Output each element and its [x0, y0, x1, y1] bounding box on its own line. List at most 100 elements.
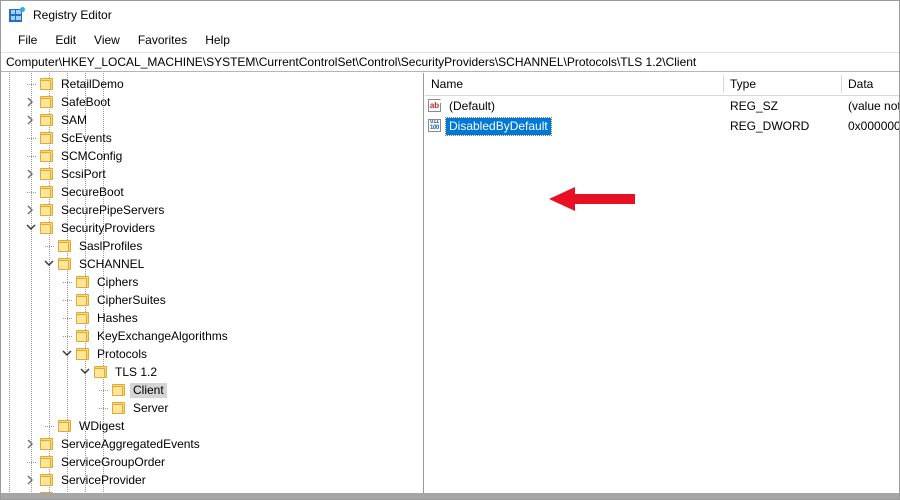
tree-item-protocols[interactable]: Protocols — [1, 345, 399, 363]
tree-item-label: SCHANNEL — [79, 256, 145, 271]
folder-icon — [39, 221, 55, 235]
tree-item-label: ScEvents — [61, 130, 112, 145]
folder-icon — [39, 131, 55, 145]
folder-icon — [57, 239, 73, 253]
tree-item-scmconfig[interactable]: SCMConfig — [1, 147, 399, 165]
chevron-down-icon[interactable] — [59, 345, 75, 363]
tree-leaf-connector — [41, 417, 57, 435]
tree-item-label: SaslProfiles — [79, 238, 143, 253]
tree-item-client[interactable]: Client — [1, 381, 399, 399]
value-data-cell: (value not — [848, 99, 899, 113]
tree-item-label: KeyExchangeAlgorithms — [97, 328, 228, 343]
tree-leaf-connector — [23, 183, 39, 201]
registry-value-list-pane[interactable]: Name Type Data ab (Default) REG_SZ (value n… — [425, 73, 899, 494]
column-header-type[interactable]: Type — [724, 73, 841, 95]
folder-icon — [39, 203, 55, 217]
tree-item-retaildemo[interactable]: RetailDemo — [1, 75, 399, 93]
folder-icon — [39, 77, 55, 91]
tree-item-securepipeservers[interactable]: SecurePipeServers — [1, 201, 399, 219]
folder-icon — [57, 419, 73, 433]
tree-item-scsiport[interactable]: ScsiPort — [1, 165, 399, 183]
pane-divider[interactable] — [423, 73, 424, 494]
chevron-right-icon[interactable] — [23, 471, 39, 489]
value-name-text: (Default) — [449, 98, 496, 113]
chevron-right-icon[interactable] — [23, 201, 39, 219]
tree-item-label: Protocols — [97, 346, 148, 361]
value-name-text: DisabledByDefault — [445, 116, 552, 136]
tree-item-serviceaggregatedevents[interactable]: ServiceAggregatedEvents — [1, 435, 399, 453]
chevron-right-icon[interactable] — [23, 165, 39, 183]
tree-item-tls-1-2[interactable]: TLS 1.2 — [1, 363, 399, 381]
tree-item-safeboot[interactable]: SafeBoot — [1, 93, 399, 111]
window-title: Registry Editor — [33, 7, 112, 22]
value-type-cell: REG_DWORD — [730, 119, 810, 133]
tree-item-label: SecurePipeServers — [61, 202, 165, 217]
chevron-right-icon[interactable] — [23, 93, 39, 111]
tree-item-label: ScsiPort — [61, 166, 106, 181]
menu-item-view[interactable]: View — [85, 31, 129, 49]
content-area: RetailDemo SafeBoot SAM ScEvents SCMConfig Sc… — [1, 73, 899, 494]
tree-item-servicegrouporder[interactable]: ServiceGroupOrder — [1, 453, 399, 471]
registry-editor-icon — [9, 6, 25, 23]
folder-icon — [39, 167, 55, 181]
chevron-down-icon[interactable] — [77, 363, 93, 381]
tree-leaf-connector — [41, 237, 57, 255]
tree-item-serviceprovider[interactable]: ServiceProvider — [1, 471, 399, 489]
tree-item-schannel[interactable]: SCHANNEL — [1, 255, 399, 273]
folder-icon — [75, 275, 91, 289]
folder-icon — [39, 185, 55, 199]
registry-value-row[interactable]: 011100 DisabledByDefault REG_DWORD 0x000000… — [425, 116, 899, 136]
value-name-cell: 011 100 DisabledByDefault — [425, 116, 723, 136]
registry-tree: RetailDemo SafeBoot SAM ScEvents SCMConfig Sc… — [1, 75, 399, 494]
folder-icon — [57, 257, 73, 271]
menu-item-edit[interactable]: Edit — [46, 31, 85, 49]
chevron-down-icon[interactable] — [23, 219, 39, 237]
folder-icon — [111, 383, 127, 397]
tree-item-label: RetailDemo — [61, 76, 124, 91]
tree-item-label: SafeBoot — [61, 94, 111, 109]
column-header-name[interactable]: Name — [425, 73, 723, 95]
chevron-right-icon[interactable] — [23, 111, 39, 129]
menu-bar: File Edit View Favorites Help — [1, 28, 899, 52]
folder-icon — [39, 95, 55, 109]
tree-item-keyexchangealgorithms[interactable]: KeyExchangeAlgorithms — [1, 327, 399, 345]
dword-value-icon: 011 100 — [428, 119, 441, 132]
tree-item-securityproviders[interactable]: SecurityProviders — [1, 219, 399, 237]
tree-item-ciphersuites[interactable]: CipherSuites — [1, 291, 399, 309]
title-bar: Registry Editor — [1, 1, 899, 28]
registry-value-rows: ab (Default) REG_SZ (value not 011 100 Disable… — [425, 96, 899, 136]
window-bottom-edge — [1, 493, 899, 499]
column-header-data[interactable]: Data — [842, 73, 899, 95]
registry-value-row[interactable]: ab (Default) REG_SZ (value not — [425, 96, 899, 116]
tree-item-sam[interactable]: SAM — [1, 111, 399, 129]
tree-item-label: SCMConfig — [61, 148, 123, 163]
tree-item-hashes[interactable]: Hashes — [1, 309, 399, 327]
menu-item-favorites[interactable]: Favorites — [129, 31, 196, 49]
tree-item-label: WDigest — [79, 418, 125, 433]
chevron-right-icon[interactable] — [23, 435, 39, 453]
tree-leaf-connector — [59, 291, 75, 309]
tree-item-label: ServiceGroupOrder — [61, 454, 166, 469]
tree-item-wdigest[interactable]: WDigest — [1, 417, 399, 435]
folder-icon — [75, 347, 91, 361]
menu-item-file[interactable]: File — [9, 31, 46, 49]
tree-leaf-connector — [95, 399, 111, 417]
folder-icon — [75, 329, 91, 343]
folder-icon — [75, 311, 91, 325]
tree-leaf-connector — [23, 147, 39, 165]
tree-item-server[interactable]: Server — [1, 399, 399, 417]
tree-item-ciphers[interactable]: Ciphers — [1, 273, 399, 291]
tree-leaf-connector — [23, 75, 39, 93]
tree-item-saslprofiles[interactable]: SaslProfiles — [1, 237, 399, 255]
registry-tree-pane[interactable]: RetailDemo SafeBoot SAM ScEvents SCMConfig Sc… — [1, 73, 422, 494]
value-type-cell: REG_SZ — [730, 99, 779, 113]
chevron-down-icon[interactable] — [41, 255, 57, 273]
menu-item-help[interactable]: Help — [196, 31, 239, 49]
tree-item-label: SAM — [61, 112, 88, 127]
tree-item-secureboot[interactable]: SecureBoot — [1, 183, 399, 201]
tree-item-label: ServiceAggregatedEvents — [61, 436, 200, 451]
address-bar[interactable]: Computer\HKEY_LOCAL_MACHINE\SYSTEM\Curre… — [1, 52, 899, 72]
tree-item-scevents[interactable]: ScEvents — [1, 129, 399, 147]
folder-icon — [39, 473, 55, 487]
tree-item-label: Hashes — [97, 310, 138, 325]
